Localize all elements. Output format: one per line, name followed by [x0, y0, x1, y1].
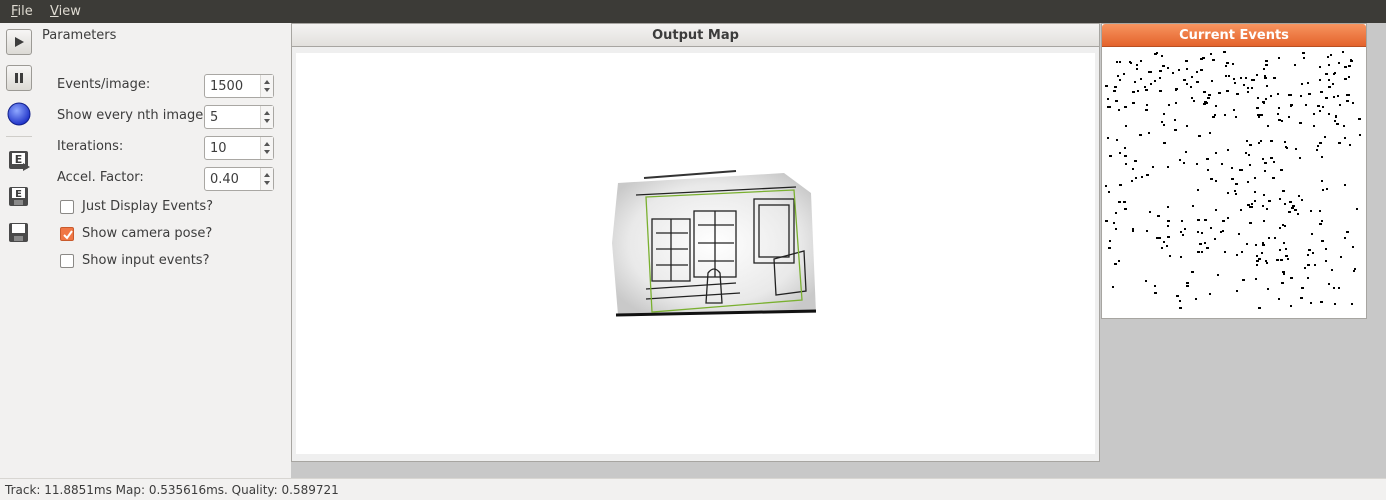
pause-button[interactable] [6, 65, 32, 91]
spin-down-icon[interactable] [264, 88, 270, 92]
reconstructed-map-image [612, 170, 817, 317]
iterations-value: 10 [210, 141, 227, 156]
output-map-panel: Output Map [291, 23, 1100, 462]
accel-factor-label: Accel. Factor: [57, 170, 144, 185]
svg-text:E: E [15, 189, 22, 200]
events-per-image-value: 1500 [210, 79, 244, 94]
output-map-canvas[interactable] [296, 53, 1095, 454]
record-icon [7, 102, 31, 126]
checkmark-icon [63, 230, 73, 240]
toolbar-separator [6, 136, 32, 137]
menu-view[interactable]: View [50, 4, 81, 19]
save-icon [9, 223, 28, 242]
spin-up-icon[interactable] [264, 111, 270, 115]
show-every-nth-spinbox[interactable]: 5 [204, 105, 274, 129]
spin-down-icon[interactable] [264, 150, 270, 154]
output-map-title: Output Map [652, 27, 739, 43]
load-events-icon: E [9, 151, 30, 171]
show-every-nth-label: Show every nth image: [57, 108, 208, 123]
events-per-image-spinbox[interactable]: 1500 [204, 74, 274, 98]
current-events-header: Current Events [1102, 24, 1366, 47]
accel-factor-value: 0.40 [210, 172, 239, 187]
events-per-image-label: Events/image: [57, 77, 151, 92]
show-camera-pose-label[interactable]: Show camera pose? [82, 226, 212, 241]
spinbox-arrows[interactable] [260, 106, 273, 128]
iterations-spinbox[interactable]: 10 [204, 136, 274, 160]
event-dots-image [1105, 51, 1361, 309]
iterations-label: Iterations: [57, 139, 124, 154]
spinbox-arrows[interactable] [260, 168, 273, 190]
menu-file[interactable]: File [11, 4, 33, 19]
pause-icon [15, 73, 23, 83]
menu-file-label: ile [17, 4, 33, 19]
current-events-canvas[interactable] [1105, 51, 1363, 313]
menu-bar: File View [0, 0, 1386, 23]
play-icon [15, 37, 24, 47]
accel-factor-spinbox[interactable]: 0.40 [204, 167, 274, 191]
spinbox-arrows[interactable] [260, 75, 273, 97]
save-button[interactable] [6, 219, 32, 245]
just-display-events-checkbox[interactable] [60, 200, 74, 214]
spin-up-icon[interactable] [264, 173, 270, 177]
current-events-panel: Current Events [1101, 23, 1367, 319]
show-camera-pose-checkbox[interactable] [60, 227, 74, 241]
vertical-toolbar: E E [0, 23, 40, 478]
show-every-nth-value: 5 [210, 110, 219, 125]
current-events-title: Current Events [1179, 27, 1289, 43]
svg-text:E: E [15, 153, 23, 166]
spin-up-icon[interactable] [264, 142, 270, 146]
parameters-title: Parameters [42, 28, 117, 43]
save-events-button[interactable]: E [6, 183, 32, 209]
save-events-icon: E [9, 187, 28, 206]
play-button[interactable] [6, 29, 32, 55]
load-events-button[interactable]: E [6, 147, 32, 173]
left-panel: E E Parameters Events/image: 1500 Show e… [0, 23, 291, 478]
spin-down-icon[interactable] [264, 181, 270, 185]
output-map-header: Output Map [292, 24, 1099, 47]
just-display-events-label[interactable]: Just Display Events? [82, 199, 213, 214]
status-text: Track: 11.8851ms Map: 0.535616ms. Qualit… [5, 483, 339, 497]
spinbox-arrows[interactable] [260, 137, 273, 159]
record-button[interactable] [6, 101, 32, 127]
show-input-events-label[interactable]: Show input events? [82, 253, 209, 268]
menu-view-mnemonic: V [50, 4, 59, 19]
show-input-events-checkbox[interactable] [60, 254, 74, 268]
status-bar: Track: 11.8851ms Map: 0.535616ms. Qualit… [0, 478, 1386, 500]
spin-down-icon[interactable] [264, 119, 270, 123]
menu-view-label: iew [58, 4, 81, 19]
spin-up-icon[interactable] [264, 80, 270, 84]
